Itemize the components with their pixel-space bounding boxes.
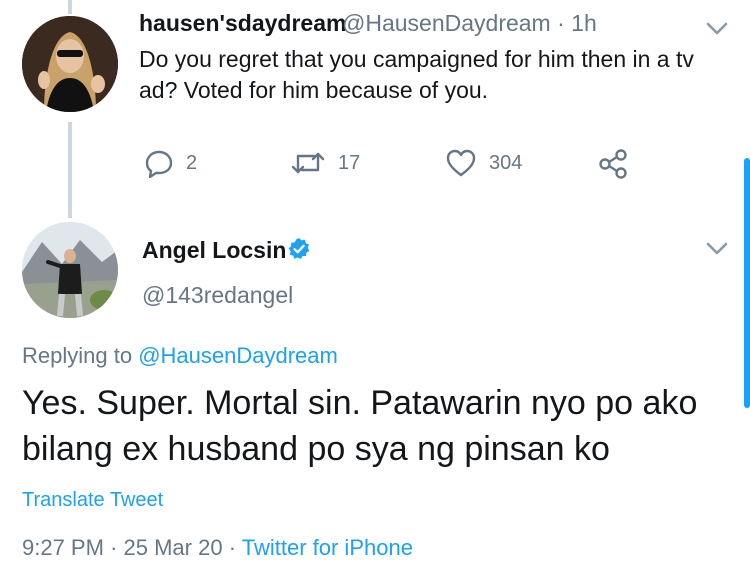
replying-to-link[interactable]: @HausenDaydream bbox=[138, 343, 338, 368]
retweet-count: 17 bbox=[338, 151, 361, 174]
tweet-date: 25 Mar 20 bbox=[123, 535, 223, 560]
share-button[interactable] bbox=[597, 148, 629, 180]
replying-to-label: Replying to bbox=[22, 343, 133, 368]
tweet-meta: 9:27 PM · 25 Mar 20 · Twitter for iPhone bbox=[22, 535, 413, 561]
retweet-icon bbox=[291, 152, 325, 174]
user-handle-text[interactable]: @HausenDaydream bbox=[342, 10, 551, 36]
tweet-time: · 1h bbox=[557, 10, 597, 36]
chevron-down-icon[interactable] bbox=[706, 22, 728, 36]
meta-separator: · bbox=[110, 535, 118, 560]
thread-line-top bbox=[68, 0, 72, 14]
meta-separator: · bbox=[228, 535, 237, 560]
avatar-hausen[interactable] bbox=[22, 16, 118, 112]
user-handle[interactable]: @HausenDaydream · 1h bbox=[342, 10, 597, 37]
avatar-angel[interactable] bbox=[22, 222, 118, 318]
chevron-down-icon[interactable] bbox=[706, 242, 728, 256]
thread-line bbox=[68, 122, 72, 218]
scrollbar[interactable] bbox=[744, 158, 750, 408]
tweet-text: Do you regret that you campaigned for hi… bbox=[139, 46, 694, 103]
replying-to: Replying to @HausenDaydream bbox=[22, 343, 338, 369]
share-icon bbox=[599, 149, 627, 179]
like-button[interactable]: 304 bbox=[445, 148, 522, 178]
reply-button[interactable]: 2 bbox=[144, 148, 197, 178]
translate-tweet-link[interactable]: Translate Tweet bbox=[22, 489, 163, 512]
retweet-button[interactable]: 17 bbox=[290, 148, 360, 178]
display-name[interactable]: Angel Locsin bbox=[142, 237, 286, 264]
verified-badge-icon bbox=[288, 238, 310, 259]
reply-count: 2 bbox=[186, 151, 198, 174]
like-count: 304 bbox=[489, 151, 523, 174]
like-icon bbox=[446, 149, 476, 177]
reply-icon bbox=[145, 150, 173, 178]
tweet-text: Yes. Super. Mortal sin. Patawarin nyo po… bbox=[22, 384, 698, 468]
user-handle[interactable]: @143redangel bbox=[142, 282, 293, 309]
tweet-time: 9:27 PM bbox=[22, 535, 104, 560]
tweet-source-link[interactable]: Twitter for iPhone bbox=[242, 535, 413, 560]
display-name[interactable]: hausen'sdaydream bbox=[139, 10, 346, 37]
